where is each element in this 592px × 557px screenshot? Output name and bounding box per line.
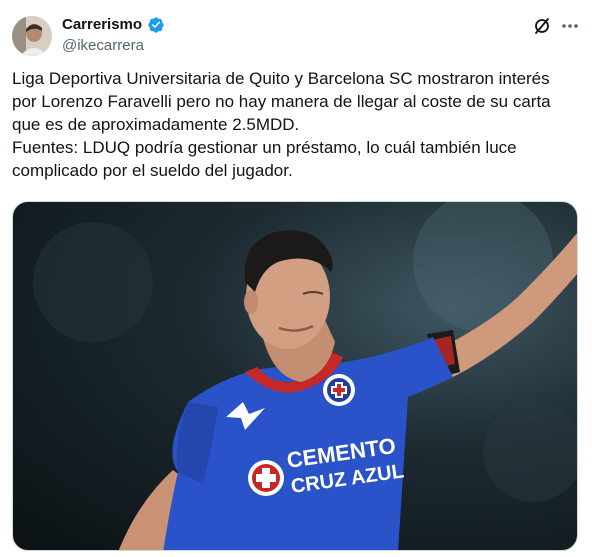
- post-text-line: complicado por el sueldo del jugador.: [12, 161, 293, 180]
- post-text: Liga Deportiva Universitaria de Quito y …: [12, 67, 572, 182]
- avatar[interactable]: [12, 16, 52, 56]
- verified-badge-icon: [147, 16, 165, 34]
- post-media-image[interactable]: CEMENTO CRUZ AZUL: [12, 201, 578, 551]
- post-text-line: por Lorenzo Faravelli pero no hay manera…: [12, 92, 551, 111]
- post-text-line: Liga Deportiva Universitaria de Quito y …: [12, 69, 550, 88]
- grok-icon[interactable]: [532, 16, 552, 36]
- author-name-row[interactable]: Carrerismo: [62, 16, 165, 34]
- more-options-icon[interactable]: [560, 16, 580, 36]
- author-handle[interactable]: @ikecarrera: [62, 37, 144, 55]
- post-text-line: que es de aproximadamente 2.5MDD.: [12, 115, 300, 134]
- post-text-line: Fuentes: LDUQ podría gestionar un présta…: [12, 138, 517, 157]
- author-display-name[interactable]: Carrerismo: [62, 16, 142, 34]
